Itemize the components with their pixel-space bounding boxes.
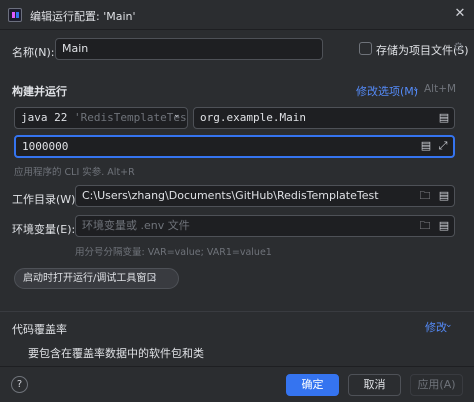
dialog-footer: [0, 366, 474, 402]
jdk-select[interactable]: java 22 'RedisTemplateTest': [14, 107, 188, 129]
env-vars-input[interactable]: 环境变量或 .env 文件: [75, 215, 455, 237]
edit-arguments-icon[interactable]: ▤: [419, 139, 433, 153]
env-vars-label: 环境变量(E):: [12, 223, 76, 236]
close-icon[interactable]: ✕: [452, 6, 468, 22]
coverage-chevron-down-icon: ⌄: [445, 320, 453, 330]
intellij-app-icon: [8, 8, 22, 22]
modify-options-link[interactable]: 修改选项(M): [356, 83, 418, 99]
name-label: 名称(N):: [12, 46, 55, 59]
window-title: 编辑运行配置: 'Main': [30, 10, 136, 23]
coverage-description: 要包含在覆盖率数据中的软件包和类: [28, 347, 204, 360]
browse-class-icon[interactable]: ▤: [437, 111, 451, 125]
macros-icon[interactable]: ▤: [437, 189, 451, 203]
working-directory-input[interactable]: C:\Users\zhang\Documents\GitHub\RedisTem…: [75, 185, 455, 207]
program-arguments-hint: 应用程序的 CLI 实参. Alt+R: [14, 167, 135, 178]
env-vars-hint: 用分号分隔变量: VAR=value; VAR1=value1: [75, 247, 272, 258]
working-directory-label: 工作目录(W):: [12, 193, 80, 206]
jdk-version: java 22: [21, 111, 68, 124]
coverage-modify-link[interactable]: 修改: [425, 319, 447, 335]
apply-button[interactable]: 应用(A): [410, 374, 463, 396]
chevron-down-icon: ⌄: [412, 84, 420, 94]
store-as-project-file-checkbox[interactable]: [359, 42, 372, 55]
gear-icon[interactable]: ⚙: [453, 40, 464, 54]
chip-remove-icon[interactable]: ✕: [149, 273, 157, 284]
modify-options-shortcut: Alt+M: [424, 83, 457, 95]
env-edit-icon[interactable]: ▤: [437, 219, 451, 233]
chip-label: 启动时打开运行/调试工具窗口: [23, 273, 157, 284]
help-icon[interactable]: ?: [11, 376, 28, 393]
cancel-button[interactable]: 取消: [348, 374, 401, 396]
folder-icon[interactable]: 🗀: [418, 189, 432, 203]
expand-icon[interactable]: ⤢: [436, 139, 450, 153]
ok-button[interactable]: 确定: [286, 374, 339, 396]
build-run-section-title: 构建并运行: [12, 85, 67, 98]
name-input[interactable]: Main: [55, 38, 323, 60]
main-class-input[interactable]: org.example.Main: [193, 107, 455, 129]
jdk-module: 'RedisTemplateTest': [73, 111, 188, 124]
program-arguments-input[interactable]: 1000000: [14, 135, 455, 158]
section-divider: [0, 311, 474, 312]
env-folder-icon[interactable]: 🗀: [418, 219, 432, 233]
jdk-dropdown-chevron-icon: ⌄: [173, 110, 181, 120]
code-coverage-section-title: 代码覆盖率: [12, 323, 67, 336]
